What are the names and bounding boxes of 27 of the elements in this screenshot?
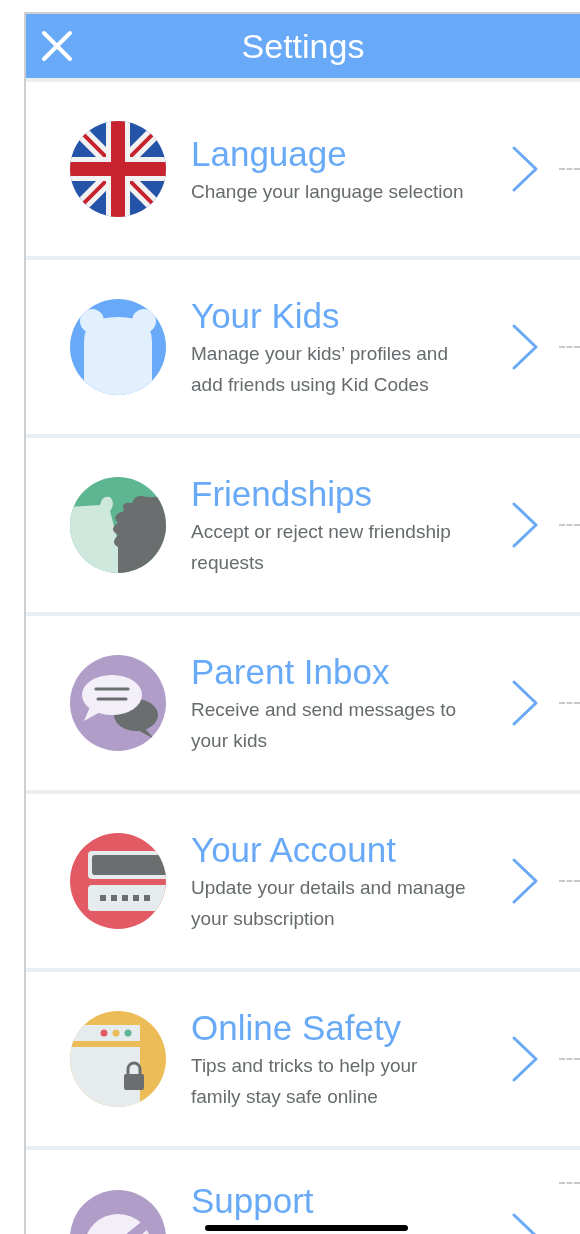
row-title: Online Safety bbox=[191, 1007, 402, 1049]
chevron-right-icon bbox=[511, 323, 539, 371]
row-title: Parent Inbox bbox=[191, 651, 390, 693]
settings-row[interactable]: Online Safety Tips and tricks to help your family stay safe online bbox=[26, 972, 580, 1146]
settings-row[interactable]: Friendships Accept or reject new friendship requests bbox=[26, 438, 580, 612]
row-description: Accept or reject new friendship requests bbox=[191, 520, 452, 575]
row-description: Manage your kids’ profiles and add friends using Kid Codes bbox=[191, 342, 449, 397]
row-title: Language bbox=[191, 132, 347, 175]
chevron-right-icon bbox=[511, 145, 539, 193]
row-title: Your Account bbox=[191, 829, 396, 871]
row-description: Update your details and manage your subscription bbox=[191, 876, 466, 931]
row-title: Your Kids bbox=[191, 295, 340, 337]
row-description: Receive and send messages to your kids bbox=[191, 698, 458, 753]
row-title: Support bbox=[191, 1182, 314, 1220]
chevron-right-icon bbox=[511, 679, 539, 727]
row-description: Change your language selection bbox=[191, 179, 464, 204]
header-title: Settings bbox=[241, 25, 365, 67]
row-description: Tips and tricks to help your family stay safe online bbox=[191, 1054, 419, 1109]
close-icon[interactable] bbox=[41, 30, 73, 62]
settings-row[interactable]: Your Account Update your details and manage your subscription bbox=[26, 794, 580, 968]
settings-row[interactable]: Parent Inbox Receive and send messages to your kids bbox=[26, 616, 580, 790]
chevron-right-icon bbox=[511, 501, 539, 549]
chevron-right-icon bbox=[511, 857, 539, 905]
row-title: Friendships bbox=[191, 473, 372, 515]
settings-row[interactable]: Your Kids Manage your kids’ profiles and add friends using Kid Codes bbox=[26, 260, 580, 434]
chevron-right-icon bbox=[511, 1035, 539, 1083]
settings-row[interactable]: Language Change your language selection bbox=[26, 82, 580, 256]
